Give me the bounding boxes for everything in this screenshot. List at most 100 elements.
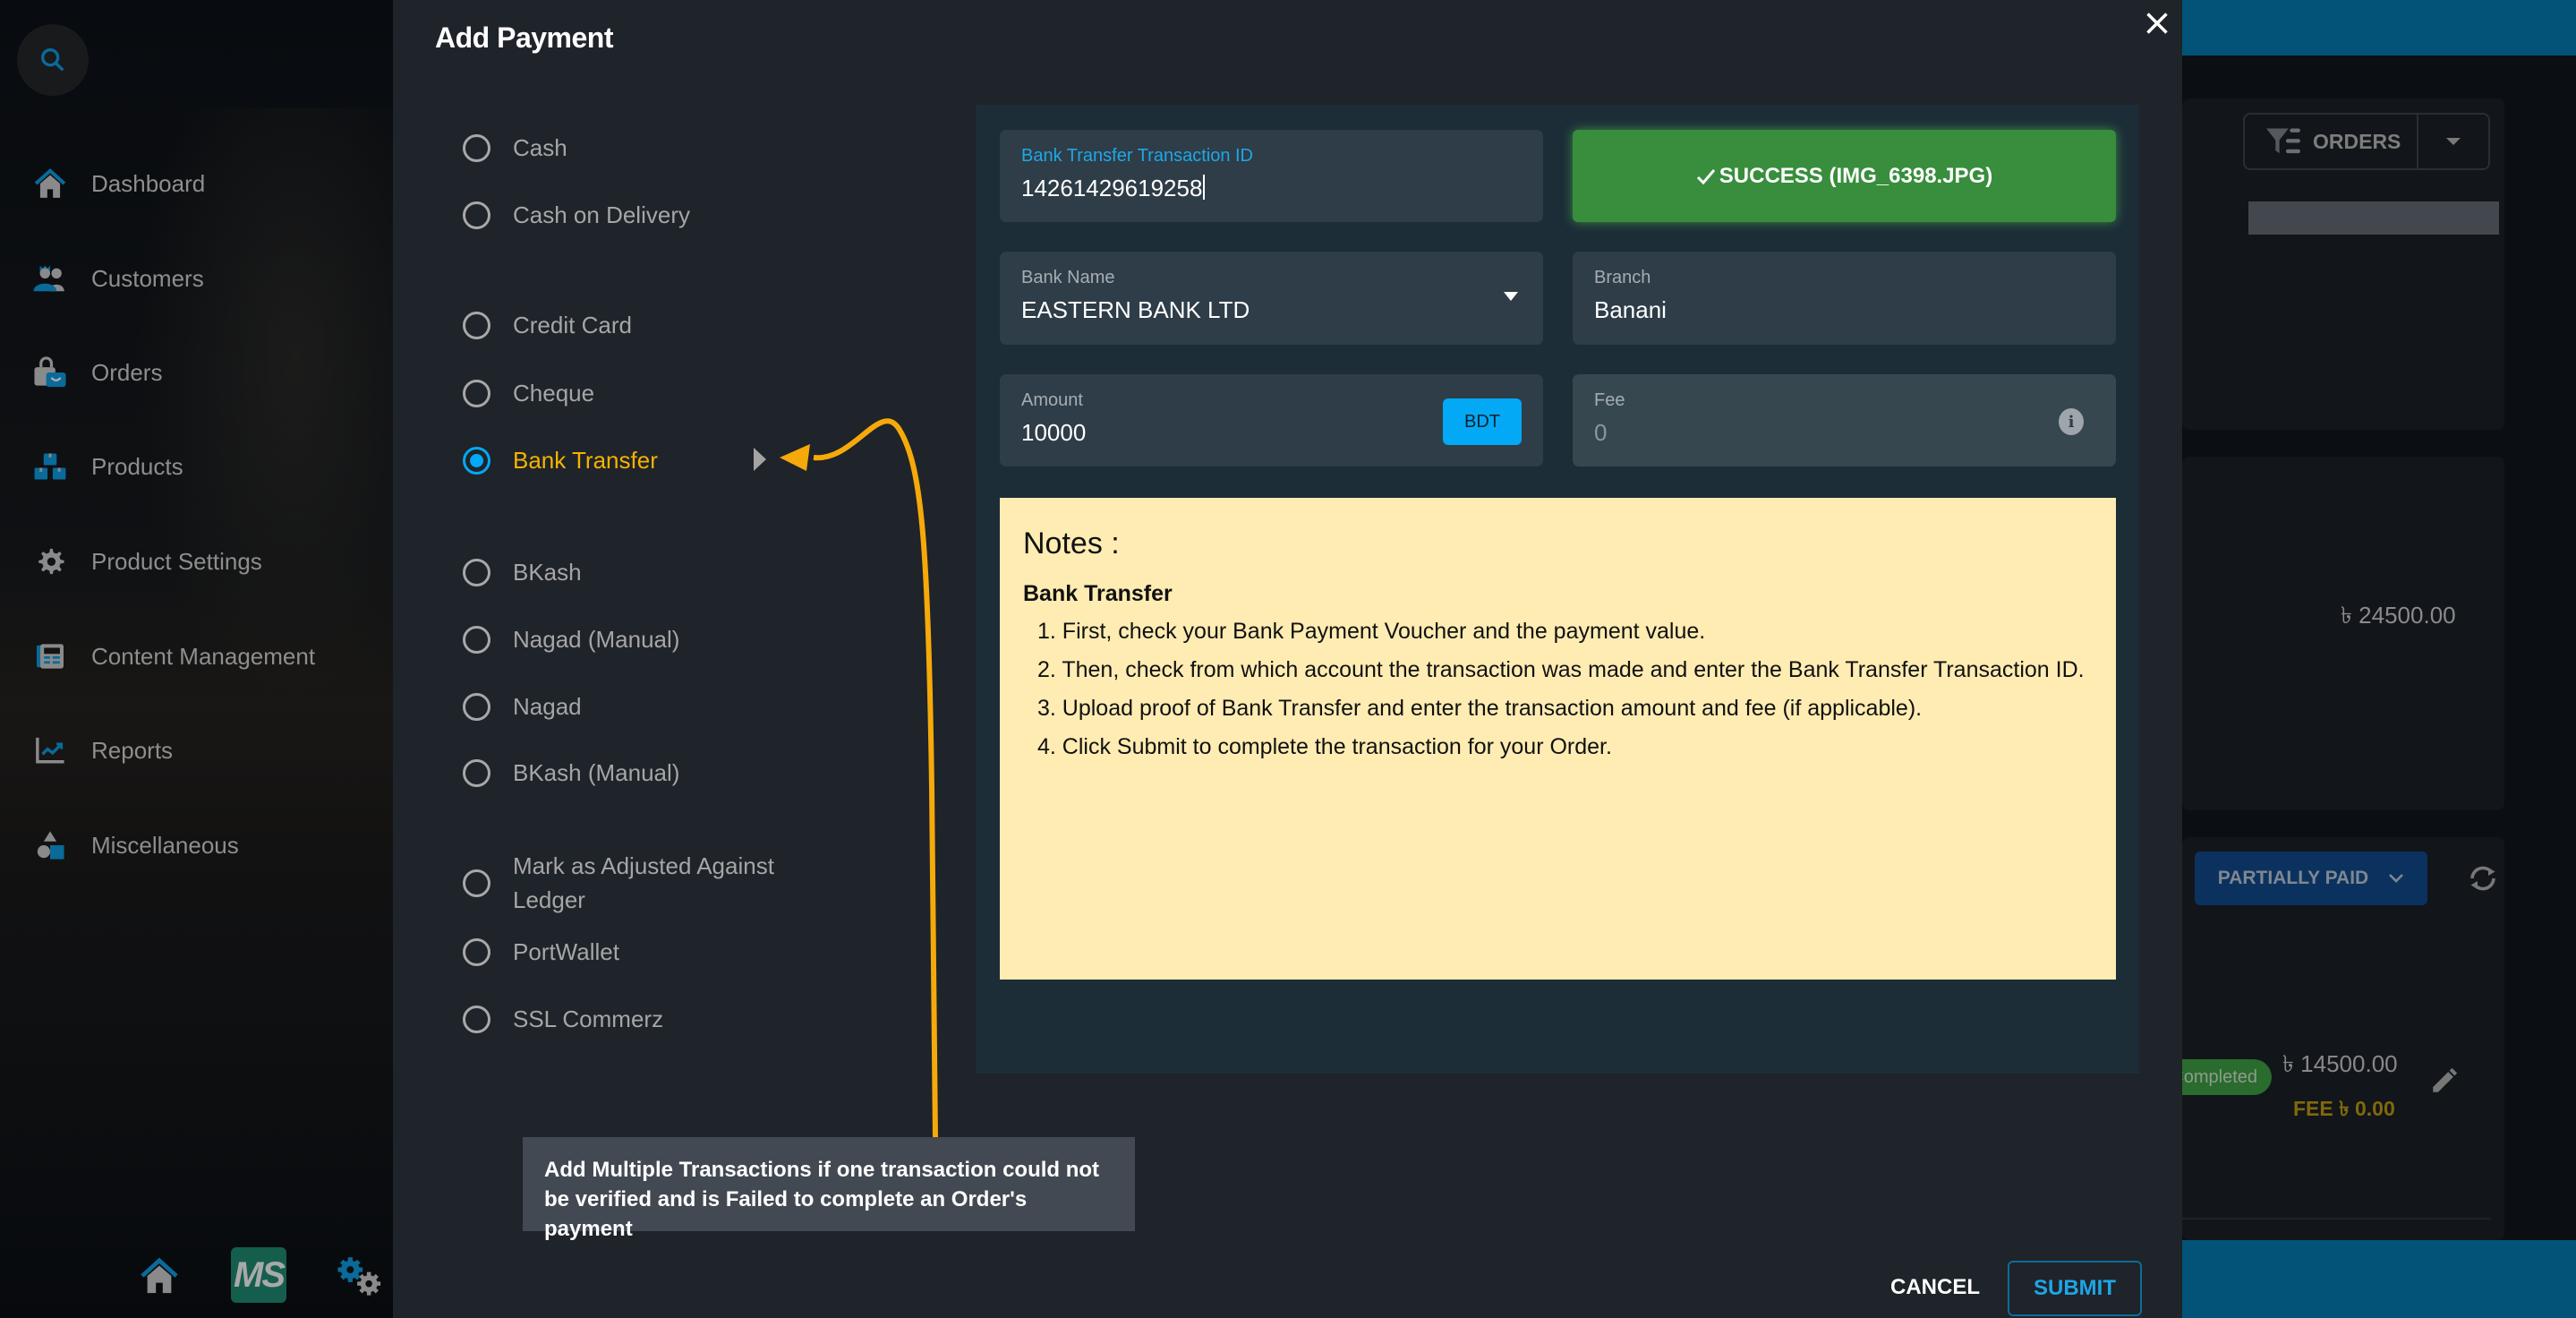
sidebar-item-miscellaneous[interactable]: Miscellaneous bbox=[32, 818, 239, 872]
fee-input[interactable]: 0 bbox=[1594, 419, 1607, 447]
notes-subheading: Bank Transfer bbox=[1023, 581, 1173, 606]
payment-method-label: BKash (Manual) bbox=[513, 759, 680, 786]
check-icon bbox=[1696, 168, 1715, 184]
add-payment-dialog: Add Payment Cash Cash on Delivery Credit… bbox=[393, 0, 2182, 1318]
background-header-bar bbox=[2182, 0, 2576, 56]
settings-gears-icon bbox=[337, 1257, 381, 1296]
payment-method-cheque[interactable]: Cheque bbox=[463, 376, 594, 410]
payment-method-credit-card[interactable]: Credit Card bbox=[463, 308, 632, 342]
payment-status-label: PARTIALLY PAID bbox=[2217, 868, 2369, 888]
radio-button[interactable] bbox=[463, 869, 490, 897]
payment-method-nagad-manual[interactable]: Nagad (Manual) bbox=[463, 622, 679, 656]
transaction-id-input[interactable]: 14261429619258 bbox=[1021, 175, 1206, 202]
customers-icon bbox=[32, 261, 68, 296]
radio-button[interactable] bbox=[463, 311, 490, 339]
info-icon[interactable]: i bbox=[2059, 408, 2084, 435]
home-shortcut-button[interactable] bbox=[139, 1245, 180, 1307]
notes-item: 4. Click Submit to complete the transact… bbox=[1037, 734, 1612, 759]
sidebar-item-label: Products bbox=[91, 452, 183, 480]
app-logo[interactable]: MS bbox=[231, 1247, 286, 1303]
branch-label: Branch bbox=[1594, 268, 1651, 287]
radio-button-selected[interactable] bbox=[463, 446, 490, 475]
transaction-id-field[interactable]: Bank Transfer Transaction ID 14261429619… bbox=[1000, 130, 1543, 222]
bank-transfer-form: Bank Transfer Transaction ID 14261429619… bbox=[976, 105, 2139, 1074]
radio-button[interactable] bbox=[463, 937, 490, 966]
close-icon bbox=[2146, 13, 2168, 34]
order-total-amount: ৳ 24500.00 bbox=[2341, 602, 2456, 629]
home-icon bbox=[141, 1257, 178, 1294]
transaction-status-badge: Completed bbox=[2182, 1059, 2272, 1095]
payment-method-label: Bank Transfer bbox=[513, 447, 658, 474]
sidebar-item-dashboard[interactable]: Dashboard bbox=[32, 157, 205, 210]
orders-dropdown-toggle[interactable] bbox=[2418, 136, 2488, 147]
sidebar-item-product-settings[interactable]: Product Settings bbox=[32, 535, 262, 588]
sidebar-item-label: Miscellaneous bbox=[91, 831, 239, 859]
payment-method-portwallet[interactable]: PortWallet bbox=[463, 935, 619, 969]
submit-button[interactable]: SUBMIT bbox=[2008, 1261, 2142, 1316]
sidebar-item-content-management[interactable]: Content Management bbox=[32, 629, 315, 683]
radio-button[interactable] bbox=[463, 1005, 490, 1033]
sidebar-item-customers[interactable]: Customers bbox=[32, 252, 204, 305]
payment-method-cash-on-delivery[interactable]: Cash on Delivery bbox=[463, 198, 690, 232]
sidebar-item-label: Customers bbox=[91, 264, 204, 292]
bank-name-label: Bank Name bbox=[1021, 268, 1115, 287]
products-boxes-icon bbox=[32, 449, 68, 484]
close-dialog-button[interactable] bbox=[2141, 7, 2173, 39]
sidebar-item-reports[interactable]: Reports bbox=[32, 723, 173, 777]
notes-item: 1. First, check your Bank Payment Vouche… bbox=[1037, 619, 1706, 644]
branch-input[interactable]: Banani bbox=[1594, 296, 1667, 324]
transaction-amount: ৳ 14500.00 bbox=[2282, 1050, 2398, 1077]
pencil-icon bbox=[2433, 1067, 2458, 1092]
notes-heading: Notes : bbox=[1023, 526, 1120, 561]
refresh-button[interactable] bbox=[2467, 865, 2499, 896]
orders-filter-button[interactable]: ORDERS bbox=[2243, 113, 2490, 170]
sidebar-item-orders[interactable]: Orders bbox=[32, 346, 162, 399]
upload-proof-button[interactable]: SUCCESS (IMG_6398.JPG) bbox=[1573, 130, 2116, 222]
branch-field[interactable]: Branch Banani bbox=[1573, 252, 2116, 345]
radio-button[interactable] bbox=[463, 379, 490, 407]
sidebar-item-products[interactable]: Products bbox=[32, 440, 183, 493]
payment-method-label: Credit Card bbox=[513, 312, 632, 338]
edit-transaction-button[interactable] bbox=[2429, 1066, 2460, 1100]
payment-method-bkash-manual[interactable]: BKash (Manual) bbox=[463, 756, 679, 790]
payment-method-cash[interactable]: Cash bbox=[463, 131, 567, 165]
payment-method-bkash[interactable]: BKash bbox=[463, 555, 582, 589]
chevron-down-icon bbox=[2389, 874, 2404, 883]
text-cursor bbox=[1203, 175, 1206, 200]
payment-method-nagad[interactable]: Nagad bbox=[463, 689, 582, 723]
transaction-id-label: Bank Transfer Transaction ID bbox=[1021, 146, 1254, 166]
radio-button[interactable] bbox=[463, 625, 490, 654]
sidebar-item-label: Content Management bbox=[91, 642, 316, 670]
radio-button[interactable] bbox=[463, 201, 490, 229]
refresh-icon bbox=[2470, 866, 2495, 891]
payment-method-bank-transfer[interactable]: Bank Transfer bbox=[463, 443, 658, 477]
cancel-button[interactable]: CANCEL bbox=[1890, 1270, 1980, 1305]
notes-list: 1. First, check your Bank Payment Vouche… bbox=[1023, 614, 2093, 765]
search-button[interactable] bbox=[17, 24, 89, 96]
amount-label: Amount bbox=[1021, 390, 1083, 410]
background-divider bbox=[2182, 1218, 2491, 1220]
payment-method-label: Nagad bbox=[513, 693, 582, 720]
background-page: ORDERS ৳ 24500.00 PARTIALLY PAID Complet… bbox=[2182, 0, 2576, 1318]
currency-button[interactable]: BDT bbox=[1443, 398, 1522, 445]
payment-method-label: PortWallet bbox=[513, 938, 619, 965]
settings-shortcut-button[interactable] bbox=[335, 1245, 381, 1307]
radio-button[interactable] bbox=[463, 133, 490, 162]
annotation-arrow-head bbox=[780, 444, 810, 471]
sidebar-item-label: Orders bbox=[91, 358, 163, 386]
radio-button[interactable] bbox=[463, 558, 490, 586]
bank-name-select[interactable]: Bank Name EASTERN BANK LTD bbox=[1000, 252, 1543, 345]
radio-button[interactable] bbox=[463, 692, 490, 721]
amount-field[interactable]: Amount 10000 BDT bbox=[1000, 374, 1543, 466]
dropdown-arrow-icon bbox=[1504, 292, 1518, 301]
dialog-title: Add Payment bbox=[435, 21, 613, 54]
payment-status-dropdown[interactable]: PARTIALLY PAID bbox=[2195, 852, 2427, 905]
amount-input[interactable]: 10000 bbox=[1021, 419, 1086, 447]
payment-method-adjusted-against-ledger[interactable]: Mark as Adjusted Against Ledger bbox=[463, 849, 808, 917]
radio-button[interactable] bbox=[463, 758, 490, 787]
search-icon bbox=[40, 47, 64, 72]
bank-name-value: EASTERN BANK LTD bbox=[1021, 296, 1250, 323]
fee-field[interactable]: Fee 0 i bbox=[1573, 374, 2116, 466]
multiple-transactions-tooltip: Add Multiple Transactions if one transac… bbox=[523, 1137, 1135, 1241]
payment-method-ssl-commerz[interactable]: SSL Commerz bbox=[463, 1002, 663, 1036]
